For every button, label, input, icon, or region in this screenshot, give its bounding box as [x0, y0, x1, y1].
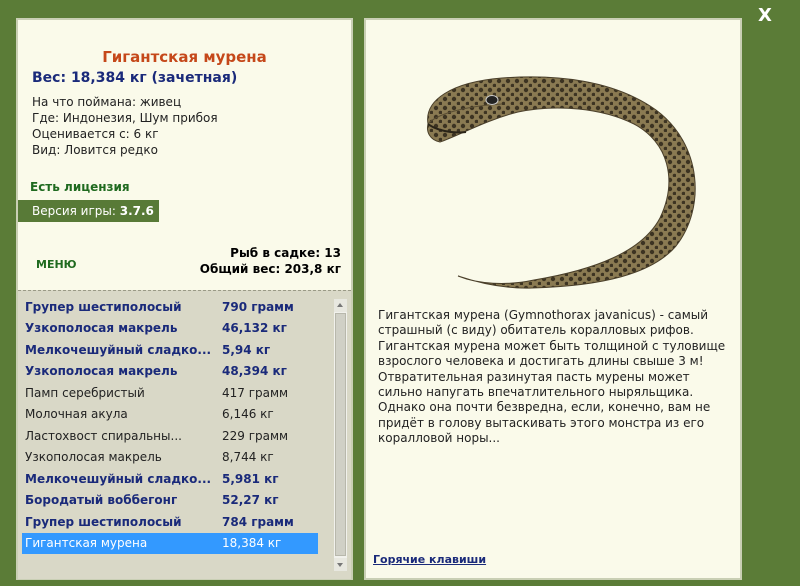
fish-description: Гигантская мурена (Gymnothorax javanicus…	[378, 308, 726, 446]
fish-title: Гигантская мурена	[102, 48, 267, 66]
rating-info: Оценивается с: 6 кг	[32, 127, 159, 141]
catch-fish-name: Мелкочешуйный сладко...	[25, 471, 212, 486]
catch-fish-name: Ластохвост спиральны...	[25, 428, 182, 443]
scroll-up-arrow-icon[interactable]	[334, 299, 347, 312]
rarity-info: Вид: Ловится редко	[32, 143, 158, 157]
version-label: Версия игры:	[32, 204, 120, 218]
catch-list-item[interactable]: Бородатый воббегонг 52,27 кг	[22, 490, 318, 511]
catch-list-item[interactable]: Ластохвост спиральны... 229 грамм	[22, 426, 318, 447]
menu-button[interactable]: МЕНЮ	[36, 258, 77, 271]
catch-fish-weight: 5,981 кг	[222, 471, 279, 486]
moray-eel-image	[427, 76, 696, 289]
catch-fish-name: Гигантская мурена	[25, 535, 148, 550]
scroll-down-arrow-icon[interactable]	[334, 558, 347, 571]
catch-fish-weight: 5,94 кг	[222, 342, 271, 357]
catch-fish-name: Групер шестиполосый	[25, 300, 182, 314]
catch-list-item[interactable]: Мелкочешуйный сладко... 5,94 кг	[22, 340, 318, 361]
location-info: Где: Индонезия, Шум прибоя	[32, 111, 218, 125]
catch-fish-weight: 46,132 кг	[222, 321, 287, 336]
catch-list-item-selected[interactable]: Гигантская мурена 18,384 кг	[22, 532, 318, 554]
bait-info: На что поймана: живец	[32, 95, 182, 109]
catch-list-item[interactable]: Групер шестиполосый 790 грамм	[22, 297, 318, 318]
catch-fish-weight: 52,27 кг	[222, 493, 279, 508]
catch-fish-name: Памп серебристый	[25, 385, 145, 400]
fish-picture-panel: Гигантская мурена (Gymnothorax javanicus…	[364, 18, 742, 580]
catch-list-item[interactable]: Мелкочешуйный сладко... 5,981 кг	[22, 469, 318, 490]
catch-fish-weight: 48,394 кг	[222, 364, 287, 379]
catch-fish-weight: 790 грамм	[222, 300, 294, 314]
fish-info-panel: Гигантская мурена Вес: 18,384 кг (зачетн…	[16, 18, 353, 580]
hotkeys-link[interactable]: Горячие клавиши	[373, 553, 486, 566]
catch-fish-weight: 8,744 кг	[222, 450, 274, 465]
catch-list-item[interactable]: Групер шестиполосый 784 грамм	[22, 512, 318, 533]
catch-list: Групер шестиполосый 790 грамм Узкополосая …	[18, 290, 351, 579]
catch-fish-weight: 784 грамм	[222, 514, 294, 529]
catch-fish-name: Узкополосая макрель	[25, 364, 178, 379]
catch-fish-name: Узкополосая макрель	[25, 450, 162, 465]
catch-fish-name: Мелкочешуйный сладко...	[25, 342, 212, 357]
catch-list-item[interactable]: Узкополосая макрель 48,394 кг	[22, 361, 318, 382]
catch-fish-weight: 229 грамм	[222, 428, 289, 443]
catch-list-item[interactable]: Узкополосая макрель 8,744 кг	[22, 447, 318, 468]
catch-list-item[interactable]: Молочная акула 6,146 кг	[22, 404, 318, 425]
catch-fish-name: Узкополосая макрель	[25, 321, 178, 336]
catch-fish-weight: 417 грамм	[222, 385, 289, 400]
close-button[interactable]: X	[753, 4, 777, 28]
catch-fish-weight: 6,146 кг	[222, 407, 274, 422]
catch-fish-weight: 18,384 кг	[222, 535, 282, 550]
catch-fish-name: Молочная акула	[25, 407, 128, 422]
catch-fish-name: Групер шестиполосый	[25, 514, 182, 529]
fish-weight: Вес: 18,384 кг (зачетная)	[32, 70, 238, 86]
catch-list-scrollbar[interactable]	[334, 299, 347, 571]
catch-list-item[interactable]: Памп серебристый 417 грамм	[22, 383, 318, 404]
license-status: Есть лицензия	[30, 180, 130, 194]
game-version-badge: Версия игры: 3.7.6	[18, 200, 159, 222]
scroll-thumb[interactable]	[335, 313, 346, 556]
version-value: 3.7.6	[119, 204, 154, 218]
total-weight: Общий вес: 203,8 кг	[199, 262, 341, 276]
keepnet-count: Рыб в садке: 13	[230, 246, 341, 260]
catch-list-item[interactable]: Узкополосая макрель 46,132 кг	[22, 318, 318, 339]
catch-fish-name: Бородатый воббегонг	[25, 493, 178, 508]
